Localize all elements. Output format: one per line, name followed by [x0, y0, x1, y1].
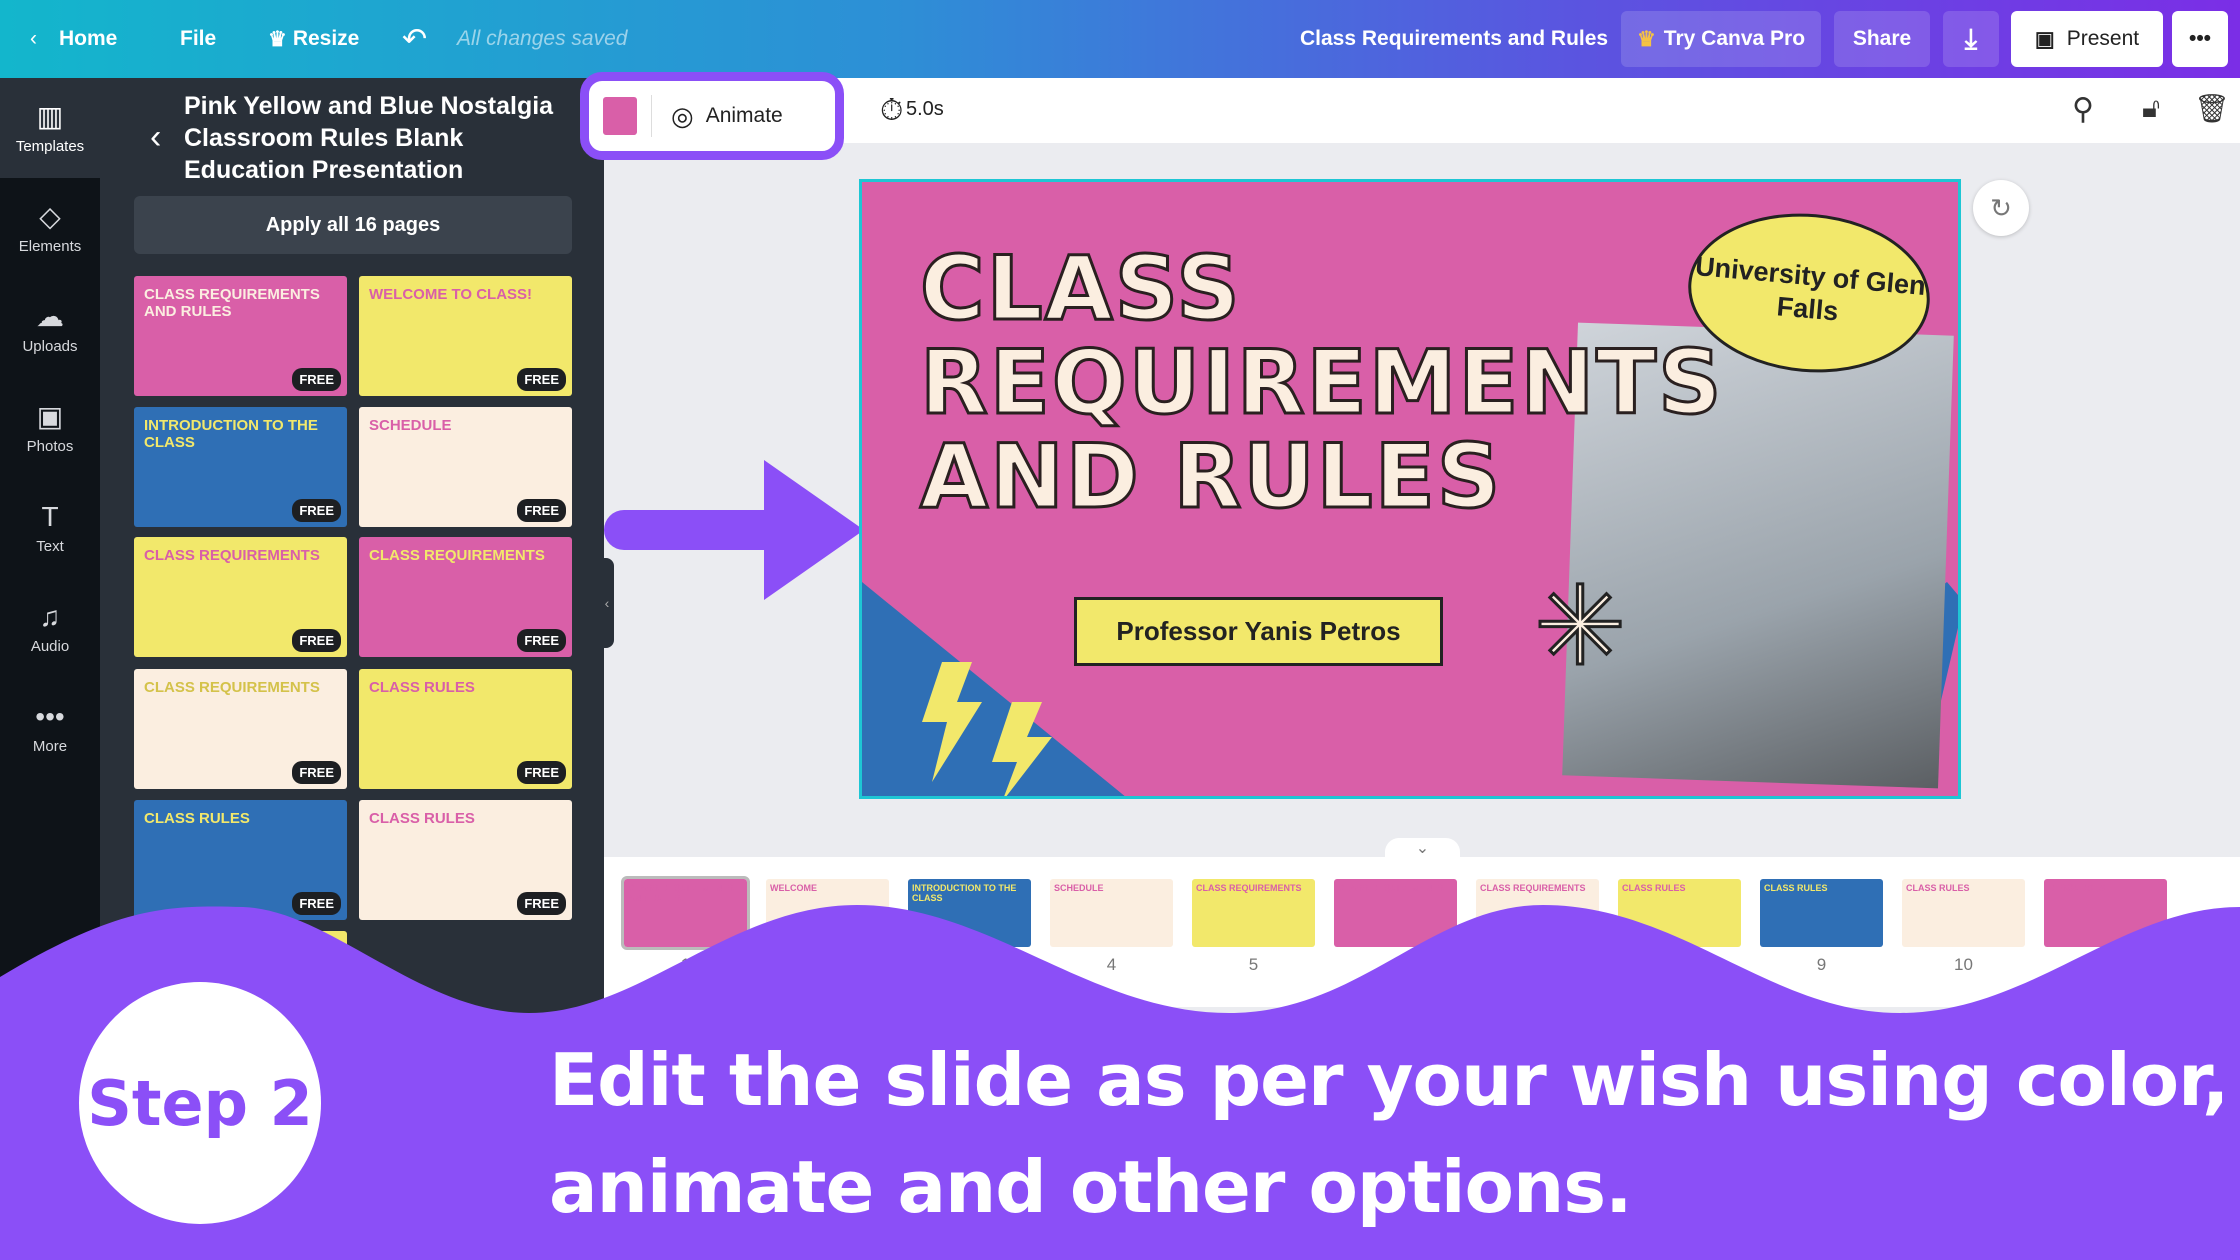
- caption-line-2: animate and other options.: [549, 1145, 1632, 1229]
- caption-line-1: Edit the slide as per your wish using co…: [549, 1038, 2229, 1122]
- step-badge: Step 2: [79, 982, 321, 1224]
